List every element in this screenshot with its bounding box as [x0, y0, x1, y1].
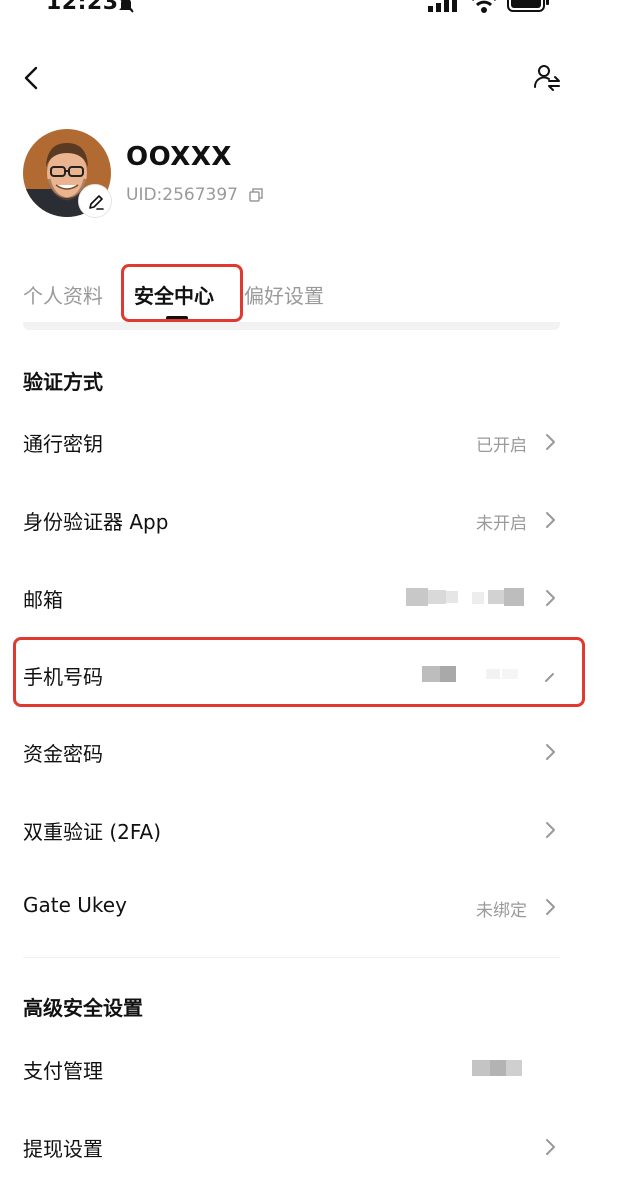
row-label: 邮箱	[23, 588, 63, 612]
tab-personal-info[interactable]: 个人资料	[23, 280, 103, 309]
chevron-right-icon	[546, 1139, 555, 1155]
row-passkey[interactable]: 通行密钥 已开启	[0, 414, 637, 470]
row-status: 已开启	[476, 436, 527, 456]
account-switch-icon[interactable]	[532, 62, 562, 92]
row-label: 双重验证 (2FA)	[23, 820, 162, 844]
redacted-phone-value	[422, 666, 518, 682]
row-status: 未开启	[476, 514, 527, 534]
status-bar: 12:23	[0, 0, 637, 22]
chevron-right-icon	[546, 899, 555, 915]
username: OOXXX	[126, 142, 232, 172]
row-withdrawal-settings[interactable]: 提现设置	[0, 1119, 637, 1175]
battery-icon	[507, 0, 549, 12]
chevron-right-icon	[545, 673, 554, 682]
row-label: 提现设置	[23, 1137, 103, 1161]
row-fund-password[interactable]: 资金密码	[0, 724, 637, 780]
pencil-icon	[89, 195, 104, 210]
row-label: 手机号码	[23, 665, 103, 689]
row-gate-ukey[interactable]: Gate Ukey 未绑定	[0, 879, 637, 935]
section-title-verification: 验证方式	[23, 370, 103, 394]
status-time: 12:23	[46, 0, 119, 15]
bell-muted-icon	[119, 0, 134, 13]
tab-bar: 个人资料 安全中心 偏好设置	[0, 272, 637, 320]
chevron-right-icon	[546, 434, 555, 450]
row-phone-number[interactable]: 手机号码	[0, 647, 637, 703]
row-status: 未绑定	[476, 901, 527, 921]
tab-preferences[interactable]: 偏好设置	[244, 280, 324, 309]
row-payment-management[interactable]: 支付管理	[0, 1041, 637, 1097]
edit-avatar-button[interactable]	[78, 184, 112, 218]
copy-icon[interactable]	[248, 187, 264, 203]
row-email[interactable]: 邮箱	[0, 570, 637, 626]
row-label: 支付管理	[23, 1059, 103, 1083]
row-label: 通行密钥	[23, 432, 103, 456]
wifi-icon	[472, 0, 496, 13]
chevron-right-icon	[546, 512, 555, 528]
active-tab-indicator	[166, 316, 188, 320]
uid-row: UID:2567397	[126, 184, 264, 206]
row-label: Gate Ukey	[23, 893, 127, 917]
redacted-email-value	[406, 588, 524, 606]
row-label: 资金密码	[23, 742, 103, 766]
section-divider	[23, 957, 560, 958]
section-title-advanced: 高级安全设置	[23, 996, 143, 1020]
cellular-signal-icon	[428, 0, 457, 12]
row-authenticator-app[interactable]: 身份验证器 App 未开启	[0, 492, 637, 548]
row-label: 身份验证器 App	[23, 510, 169, 534]
back-button[interactable]	[18, 62, 46, 94]
redacted-payment-value	[472, 1060, 522, 1076]
chevron-right-icon	[546, 590, 555, 606]
uid-text: UID:2567397	[126, 185, 238, 205]
tab-security-center[interactable]: 安全中心	[134, 280, 214, 309]
chevron-right-icon	[546, 744, 555, 760]
tab-divider	[23, 322, 560, 330]
chevron-right-icon	[546, 822, 555, 838]
row-2fa[interactable]: 双重验证 (2FA)	[0, 802, 637, 858]
